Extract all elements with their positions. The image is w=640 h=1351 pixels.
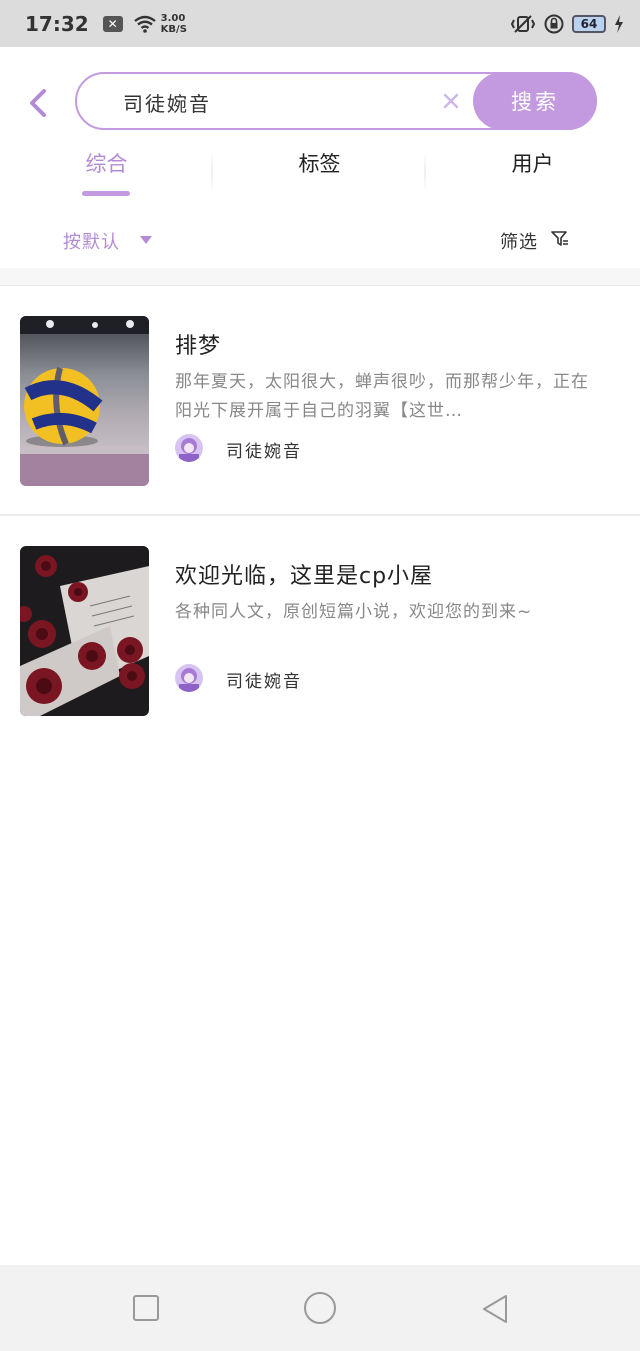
author-name[interactable]: 司徒婉音 (226, 437, 302, 462)
rotation-lock-icon (544, 14, 564, 33)
filter-row: 按默认 筛选 (0, 210, 640, 268)
search-bar: 搜索 (75, 72, 597, 130)
wifi-icon (133, 15, 156, 33)
vibrate-icon (510, 14, 536, 33)
network-speed-value: 3.00 (160, 12, 186, 24)
search-input[interactable] (123, 85, 423, 119)
tab-users[interactable]: 用户 (426, 140, 639, 204)
status-bar: 17:32 ✕ 3.00 KB/S 64 (0, 0, 640, 47)
home-icon[interactable] (304, 1292, 336, 1324)
network-speed-unit: KB/S (160, 23, 187, 35)
section-divider (0, 268, 640, 286)
back-triangle-icon[interactable] (480, 1293, 510, 1325)
network-speed: 3.00 KB/S (161, 13, 187, 35)
result-tabs: 综合 标签 用户 (0, 140, 640, 204)
sort-dropdown[interactable]: 按默认 (63, 228, 120, 254)
notification-close-icon: ✕ (102, 15, 123, 32)
result-description: 那年夏天，太阳很大，蝉声很吵，而那帮少年，正在阳光下展开属于自己的羽翼【这世… (175, 372, 589, 421)
result-description: 各种同人文，原创短篇小说，欢迎您的到来~ (175, 602, 533, 622)
filter-funnel-icon[interactable] (551, 230, 569, 248)
result-item[interactable]: 排梦 那年夏天，太阳很大，蝉声很吵，而那帮少年，正在阳光下展开属于自己的羽翼【这… (0, 286, 640, 516)
back-arrow-icon[interactable] (24, 87, 52, 119)
system-nav-bar (0, 1265, 640, 1351)
avatar[interactable] (175, 434, 203, 462)
volleyball-cover-image (20, 316, 149, 486)
result-title: 排梦 (175, 334, 222, 359)
search-button[interactable]: 搜索 (473, 72, 597, 130)
tab-label: 用户 (511, 152, 554, 176)
tab-label: 标签 (298, 152, 341, 176)
caret-down-icon[interactable] (140, 236, 152, 244)
result-title: 欢迎光临，这里是cp小屋 (175, 564, 434, 589)
status-time: 17:32 (25, 11, 89, 36)
tab-tags[interactable]: 标签 (213, 140, 426, 204)
roses-cover-image (20, 546, 149, 716)
tab-comprehensive[interactable]: 综合 (0, 140, 213, 204)
clear-icon[interactable] (441, 91, 461, 111)
active-tab-indicator (82, 191, 130, 196)
result-item[interactable]: 欢迎光临，这里是cp小屋 各种同人文，原创短篇小说，欢迎您的到来~ 司徒婉音 (0, 516, 640, 746)
charging-icon (615, 14, 623, 33)
filter-button[interactable]: 筛选 (500, 228, 538, 254)
battery-indicator: 64 (572, 14, 606, 33)
author-name[interactable]: 司徒婉音 (226, 667, 302, 692)
avatar[interactable] (175, 664, 203, 692)
recent-apps-icon[interactable] (133, 1295, 159, 1321)
